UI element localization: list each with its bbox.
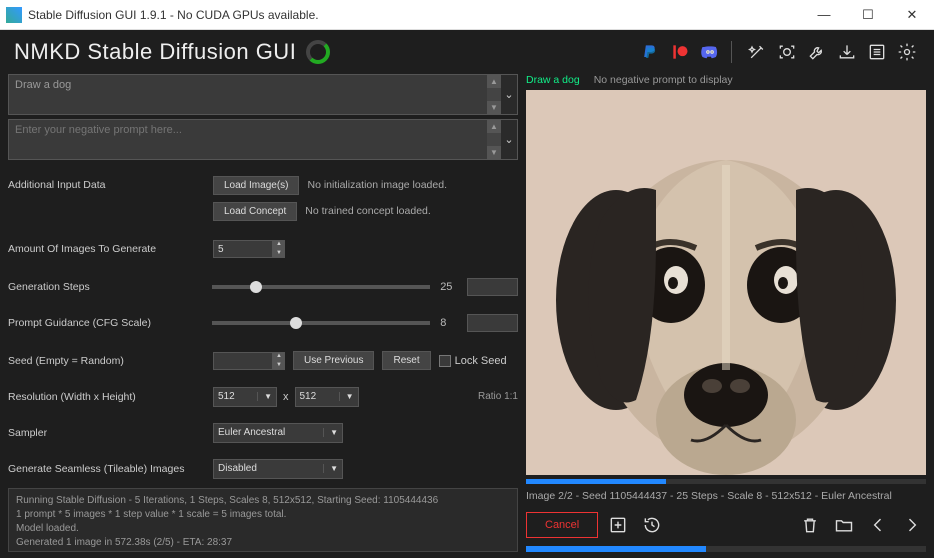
sampler-select[interactable]: Euler Ancestral▼ [213, 423, 343, 443]
cfg-label: Prompt Guidance (CFG Scale) [8, 317, 202, 329]
close-button[interactable]: ✕ [890, 0, 934, 30]
log-line: Generated 1 image in 572.38s (2/5) - ETA… [16, 536, 510, 550]
negative-prompt-expand[interactable]: ⌄ [501, 120, 517, 159]
load-concept-button[interactable]: Load Concept [213, 202, 297, 221]
log-line: 1 prompt * 5 images * 1 step value * 1 s… [16, 508, 510, 522]
paypal-icon[interactable] [637, 39, 663, 65]
app-icon [6, 7, 22, 23]
seed-down[interactable]: ▼ [273, 361, 285, 370]
amount-label: Amount Of Images To Generate [8, 243, 213, 255]
preview-negative: No negative prompt to display [594, 74, 733, 86]
seed-up[interactable]: ▲ [273, 352, 285, 361]
seed-input[interactable] [213, 352, 273, 370]
additional-label: Additional Input Data [8, 179, 213, 191]
steps-slider[interactable] [212, 285, 430, 289]
seamless-label: Generate Seamless (Tileable) Images [8, 463, 213, 475]
prompt-expand[interactable]: ⌄ [501, 75, 517, 114]
app-header: NMKD Stable Diffusion GUI [0, 30, 934, 74]
discord-icon[interactable] [697, 39, 723, 65]
log-panel: Running Stable Diffusion - 5 Iterations,… [8, 488, 518, 552]
amount-up[interactable]: ▲ [273, 240, 285, 249]
ratio-label: Ratio 1:1 [478, 391, 518, 402]
steps-label: Generation Steps [8, 281, 202, 293]
cancel-button[interactable]: Cancel [526, 512, 598, 538]
face-detect-icon[interactable] [774, 39, 800, 65]
list-icon[interactable] [864, 39, 890, 65]
dog-image [526, 90, 926, 475]
batch-progress [526, 546, 926, 552]
preview-pane [526, 90, 926, 475]
preview-prompt: Draw a dog [526, 74, 580, 86]
seamless-select[interactable]: Disabled▼ [213, 459, 343, 479]
scroll-down[interactable]: ▼ [487, 101, 501, 114]
use-previous-button[interactable]: Use Previous [293, 351, 374, 370]
titlebar: Stable Diffusion GUI 1.9.1 - No CUDA GPU… [0, 0, 934, 30]
concept-hint: No trained concept loaded. [305, 205, 431, 217]
negative-prompt-input[interactable] [9, 120, 487, 159]
lock-seed-label: Lock Seed [455, 355, 507, 367]
log-line: Running Stable Diffusion - 5 Iterations,… [16, 494, 510, 508]
steps-value: 25 [440, 281, 467, 293]
preview-image[interactable] [526, 90, 926, 475]
brand-title: NMKD Stable Diffusion GUI [14, 39, 296, 65]
minimize-button[interactable]: — [802, 0, 846, 30]
spinner-icon [306, 40, 330, 64]
scroll-up[interactable]: ▲ [487, 75, 501, 88]
settings-icon[interactable] [894, 39, 920, 65]
lock-seed-checkbox[interactable] [439, 355, 451, 367]
height-select[interactable]: 512▼ [295, 387, 359, 407]
scroll-up[interactable]: ▲ [487, 120, 501, 133]
res-label: Resolution (Width x Height) [8, 391, 213, 403]
open-folder-button[interactable] [830, 511, 858, 539]
prompt-box: Draw a dog ▲ ▼ ⌄ [8, 74, 518, 115]
prev-image-button[interactable] [864, 511, 892, 539]
tools-icon[interactable] [804, 39, 830, 65]
load-images-button[interactable]: Load Image(s) [213, 176, 299, 195]
scroll-down[interactable]: ▼ [487, 146, 501, 159]
seed-label: Seed (Empty = Random) [8, 355, 213, 367]
sampler-label: Sampler [8, 427, 213, 439]
prompt-input[interactable]: Draw a dog [9, 75, 487, 114]
amount-input[interactable] [213, 240, 273, 258]
init-hint: No initialization image loaded. [307, 179, 447, 191]
next-image-button[interactable] [898, 511, 926, 539]
res-x: x [283, 391, 289, 403]
cfg-valbox[interactable] [467, 314, 518, 332]
step-progress [526, 479, 926, 484]
wand-icon[interactable] [744, 39, 770, 65]
window-title: Stable Diffusion GUI 1.9.1 - No CUDA GPU… [28, 8, 802, 22]
maximize-button[interactable]: ☐ [846, 0, 890, 30]
cfg-slider[interactable] [212, 321, 430, 325]
image-meta: Image 2/2 - Seed 1105444437 - 25 Steps -… [526, 488, 926, 504]
width-select[interactable]: 512▼ [213, 387, 277, 407]
steps-valbox[interactable] [467, 278, 518, 296]
patreon-icon[interactable] [667, 39, 693, 65]
log-line: Model loaded. [16, 522, 510, 536]
history-button[interactable] [638, 511, 666, 539]
negative-prompt-box: ▲ ▼ ⌄ [8, 119, 518, 160]
add-to-queue-button[interactable] [604, 511, 632, 539]
delete-button[interactable] [796, 511, 824, 539]
download-icon[interactable] [834, 39, 860, 65]
cfg-value: 8 [440, 317, 467, 329]
amount-down[interactable]: ▼ [273, 249, 285, 258]
reset-button[interactable]: Reset [382, 351, 430, 370]
